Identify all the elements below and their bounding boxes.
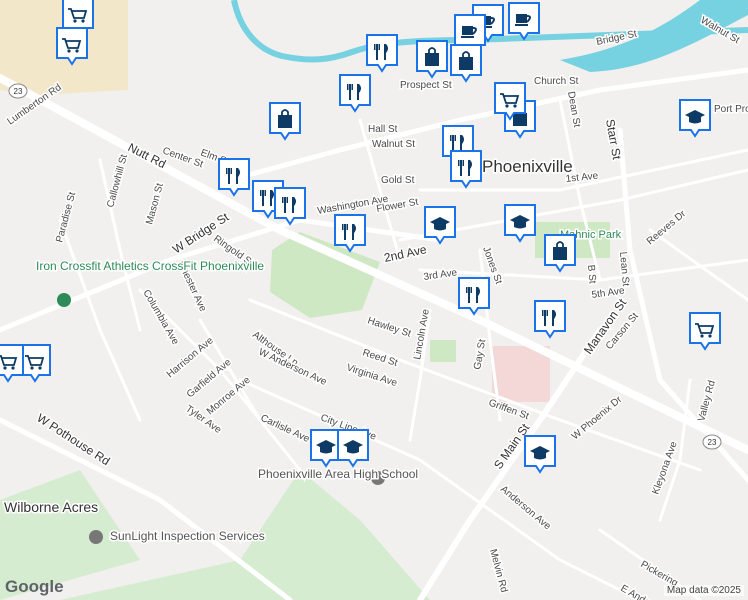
- map-marker[interactable]: [450, 44, 482, 83]
- svg-text:Church St: Church St: [534, 76, 579, 87]
- map-canvas[interactable]: 23 23 Bridge St Church St Prospect St Ha…: [0, 0, 748, 600]
- gym-poi-icon: [57, 293, 71, 307]
- svg-text:SunLight Inspection Services: SunLight Inspection Services: [110, 529, 265, 543]
- marker-pin[interactable]: [56, 27, 88, 66]
- business-poi-icon: [89, 530, 103, 544]
- route-shield-nw: 23: [8, 83, 28, 99]
- svg-text:Wilborne Acres: Wilborne Acres: [4, 499, 98, 515]
- svg-text:Iron Crossfit Athletics CrossF: Iron Crossfit Athletics CrossFit Phoenix…: [36, 259, 264, 273]
- svg-text:Phoenixville: Phoenixville: [482, 157, 573, 176]
- svg-text:Gold St: Gold St: [381, 175, 415, 186]
- map-marker[interactable]: [274, 187, 306, 226]
- map-marker[interactable]: [689, 312, 721, 351]
- svg-text:23: 23: [14, 87, 23, 96]
- map-marker[interactable]: [19, 344, 51, 383]
- google-logo: Google: [5, 577, 64, 596]
- marker-pin[interactable]: [534, 300, 566, 339]
- svg-text:23: 23: [708, 438, 717, 447]
- map-marker[interactable]: [450, 150, 482, 189]
- marker-pin[interactable]: [494, 82, 526, 121]
- map-marker[interactable]: [56, 27, 88, 66]
- marker-pin[interactable]: [450, 150, 482, 189]
- map-marker[interactable]: [679, 99, 711, 138]
- park-small: [430, 340, 456, 362]
- map-marker[interactable]: [424, 206, 456, 245]
- marker-pin[interactable]: [218, 158, 250, 197]
- svg-text:B St: B St: [585, 264, 598, 284]
- map-marker[interactable]: [310, 429, 342, 468]
- map-marker[interactable]: [504, 204, 536, 243]
- map-marker[interactable]: [0, 344, 24, 383]
- route-shield-se: 23: [702, 434, 722, 450]
- svg-text:Walnut St: Walnut St: [372, 139, 415, 150]
- marker-pin[interactable]: [689, 312, 721, 351]
- map-marker[interactable]: [494, 82, 526, 121]
- map-marker[interactable]: [416, 40, 448, 79]
- coffee-cup-icon: [515, 14, 531, 26]
- marker-pin[interactable]: [334, 214, 366, 253]
- marker-pin[interactable]: [458, 277, 490, 316]
- map-marker[interactable]: [334, 214, 366, 253]
- map-marker[interactable]: [458, 277, 490, 316]
- map-marker[interactable]: [218, 158, 250, 197]
- marker-pin[interactable]: [366, 34, 398, 73]
- marker-pin[interactable]: [19, 344, 51, 383]
- map-marker[interactable]: [339, 74, 371, 113]
- marker-pin[interactable]: [339, 74, 371, 113]
- map-marker[interactable]: [544, 234, 576, 273]
- svg-text:Prospect St: Prospect St: [400, 80, 452, 91]
- map-marker[interactable]: [524, 435, 556, 474]
- map-marker[interactable]: [366, 34, 398, 73]
- hospital-area: [492, 346, 550, 402]
- svg-text:Hall St: Hall St: [368, 124, 398, 135]
- map-marker[interactable]: [534, 300, 566, 339]
- map-marker[interactable]: [508, 2, 540, 41]
- map-marker[interactable]: [337, 429, 369, 468]
- svg-text:Port Providence Rd: Port Providence Rd: [714, 104, 748, 115]
- svg-text:Phoenixville Area High School: Phoenixville Area High School: [258, 467, 418, 481]
- map-attribution[interactable]: Map data ©2025: [663, 585, 744, 596]
- coffee-cup-icon: [461, 26, 477, 38]
- marker-pin[interactable]: [274, 187, 306, 226]
- map-marker[interactable]: [269, 102, 301, 141]
